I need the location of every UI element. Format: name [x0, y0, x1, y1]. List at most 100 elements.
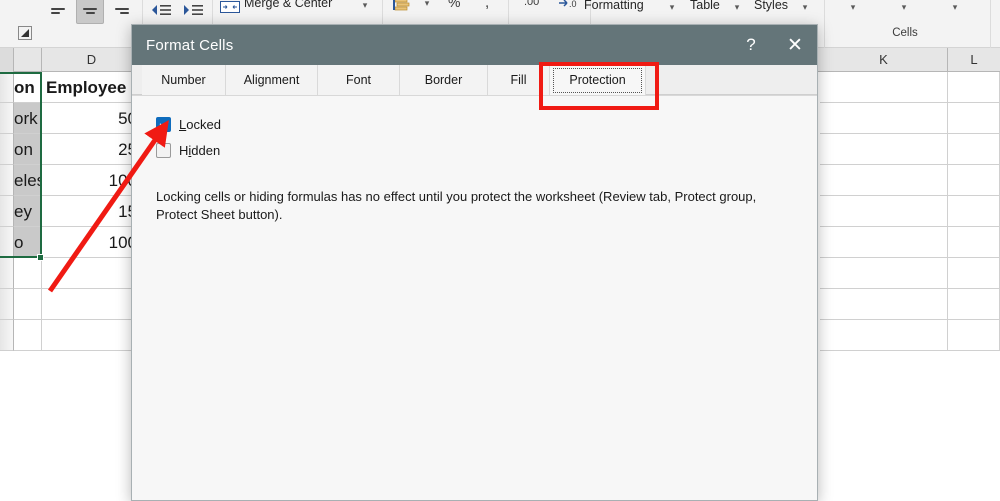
cell-empty[interactable]: [14, 320, 42, 351]
tab-border[interactable]: Border: [400, 65, 488, 95]
align-left-icon: [51, 8, 65, 14]
cell-location-1[interactable]: ork: [14, 103, 42, 134]
cell-empty[interactable]: [948, 165, 1000, 196]
accounting-format-button[interactable]: [390, 0, 416, 16]
merge-center-dropdown[interactable]: ▾: [358, 0, 372, 14]
column-header-d[interactable]: D: [42, 48, 142, 72]
cell-location-2[interactable]: on: [14, 134, 42, 165]
row-header[interactable]: [0, 320, 14, 351]
align-right-icon: [115, 8, 129, 14]
alignment-dialog-launcher[interactable]: [18, 26, 32, 40]
cell-empty[interactable]: [948, 289, 1000, 320]
comma-format-button[interactable]: ,: [485, 0, 489, 11]
select-all-corner[interactable]: [0, 48, 14, 72]
cell-empty[interactable]: [14, 258, 42, 289]
close-button[interactable]: ✕: [773, 25, 817, 65]
cell-location-header[interactable]: on: [14, 72, 42, 103]
column-header-k[interactable]: K: [820, 48, 948, 72]
cell-empty[interactable]: [948, 72, 1000, 103]
decrease-indent-icon: [152, 5, 171, 15]
insert-cells-dropdown[interactable]: ▾: [845, 0, 861, 16]
dialog-tab-strip: Number Alignment Font Border Fill Protec…: [132, 65, 817, 96]
hidden-checkbox-row[interactable]: Hidden: [156, 143, 220, 158]
cell-styles-dropdown[interactable]: ▾: [798, 0, 812, 16]
cell-empty[interactable]: [820, 134, 948, 165]
format-cells-dialog: Format Cells ? ✕ Number Alignment Font B…: [131, 24, 818, 501]
cell-employees-header[interactable]: Employee: [42, 72, 142, 103]
tab-number-label: Number: [161, 73, 206, 87]
row-header[interactable]: [0, 165, 14, 196]
align-left-button[interactable]: [46, 0, 70, 22]
chevron-down-icon: ▾: [734, 1, 740, 12]
format-as-table-label[interactable]: Table: [690, 0, 720, 12]
tab-protection[interactable]: Protection: [550, 65, 646, 96]
cell-empty[interactable]: [820, 165, 948, 196]
cell-employees-5[interactable]: 100: [42, 227, 142, 258]
cell-styles-label[interactable]: Styles: [754, 0, 788, 12]
column-header-blank[interactable]: [14, 48, 42, 72]
column-header-l[interactable]: L: [948, 48, 1000, 72]
row-header[interactable]: [0, 72, 14, 103]
delete-cells-dropdown[interactable]: ▾: [896, 0, 912, 16]
chevron-down-icon: ▾: [850, 1, 856, 12]
cell-empty[interactable]: [948, 196, 1000, 227]
cell-location-3[interactable]: eles: [14, 165, 42, 196]
cell-empty[interactable]: [948, 227, 1000, 258]
hidden-label: Hidden: [179, 143, 220, 158]
cell-employees-4[interactable]: 15: [42, 196, 142, 227]
row-header[interactable]: [0, 103, 14, 134]
format-as-table-dropdown[interactable]: ▾: [730, 0, 744, 16]
tab-fill-label: Fill: [510, 73, 527, 87]
cell-empty[interactable]: [820, 196, 948, 227]
row-header[interactable]: [0, 258, 14, 289]
format-cells-dropdown[interactable]: ▾: [947, 0, 963, 16]
cell-empty[interactable]: [948, 320, 1000, 351]
cell-empty[interactable]: [948, 103, 1000, 134]
tab-fill[interactable]: Fill: [488, 65, 550, 95]
cell-empty[interactable]: [42, 320, 142, 351]
locked-checkbox-row[interactable]: Locked: [156, 117, 221, 132]
row-header[interactable]: [0, 196, 14, 227]
increase-indent-button[interactable]: [180, 0, 206, 22]
conditional-formatting-dropdown[interactable]: ▾: [665, 0, 679, 16]
cell-employees-2[interactable]: 25: [42, 134, 142, 165]
help-button[interactable]: ?: [729, 25, 773, 65]
accounting-format-dropdown[interactable]: ▾: [420, 0, 434, 12]
dialog-body: Locked Hidden: [132, 95, 817, 500]
merge-center-label[interactable]: Merge & Center: [244, 0, 332, 10]
cell-empty[interactable]: [820, 320, 948, 351]
cell-location-4[interactable]: ey: [14, 196, 42, 227]
align-center-button[interactable]: [76, 0, 104, 24]
align-right-button[interactable]: [110, 0, 134, 22]
cell-empty[interactable]: [14, 289, 42, 320]
cell-empty[interactable]: [948, 134, 1000, 165]
conditional-formatting-label[interactable]: Formatting: [584, 0, 644, 12]
cell-employees-1[interactable]: 50: [42, 103, 142, 134]
cell-empty[interactable]: [820, 72, 948, 103]
increase-decimal-button[interactable]: .0: [556, 0, 586, 12]
row-header[interactable]: [0, 289, 14, 320]
merge-center-icon: [220, 1, 240, 13]
merge-center-icon-button[interactable]: [218, 0, 242, 18]
locked-checkbox[interactable]: [156, 117, 171, 132]
decrease-decimal-button[interactable]: .00: [524, 0, 539, 8]
percent-format-button[interactable]: %: [448, 0, 460, 10]
cell-employees-3[interactable]: 100: [42, 165, 142, 196]
chevron-down-icon: ▾: [901, 1, 907, 12]
row-header[interactable]: [0, 227, 14, 258]
cell-empty[interactable]: [42, 289, 142, 320]
cell-empty[interactable]: [820, 103, 948, 134]
tab-number[interactable]: Number: [142, 65, 226, 95]
row-header[interactable]: [0, 134, 14, 165]
tab-alignment[interactable]: Alignment: [226, 65, 318, 95]
fill-handle[interactable]: [37, 254, 44, 261]
decrease-indent-button[interactable]: [148, 0, 174, 22]
cell-empty[interactable]: [42, 258, 142, 289]
cell-empty[interactable]: [820, 227, 948, 258]
cell-empty[interactable]: [820, 258, 948, 289]
cell-empty[interactable]: [820, 289, 948, 320]
cell-empty[interactable]: [948, 258, 1000, 289]
tab-font[interactable]: Font: [318, 65, 400, 95]
hidden-checkbox[interactable]: [156, 143, 171, 158]
chevron-down-icon: ▾: [952, 1, 958, 12]
